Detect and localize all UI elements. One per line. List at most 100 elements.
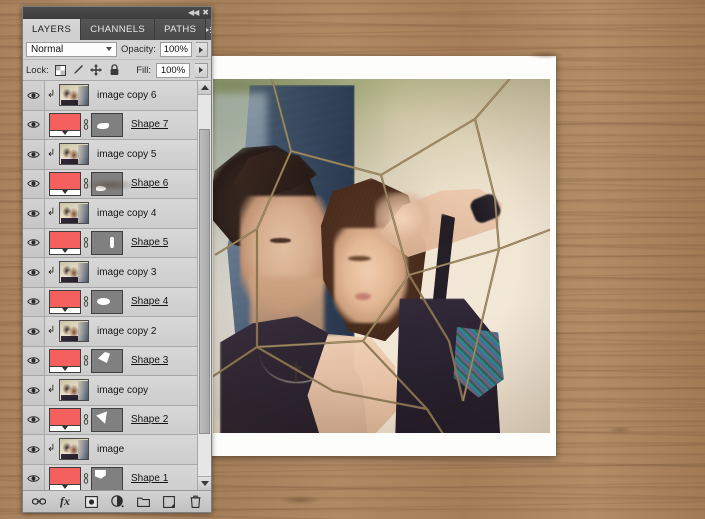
collapse-panel-icon[interactable]: ◀◀ <box>188 9 198 17</box>
layer-fill-thumbnail[interactable] <box>49 172 81 196</box>
layer-thumbnail[interactable] <box>59 438 89 460</box>
layer-visibility-toggle[interactable] <box>23 140 45 169</box>
fill-stepper[interactable] <box>195 63 208 78</box>
layer-visibility-toggle[interactable] <box>23 199 45 228</box>
layer-visibility-toggle[interactable] <box>23 111 45 140</box>
eye-icon <box>27 356 40 365</box>
layer-fill-thumbnail[interactable] <box>49 290 81 314</box>
fill-input[interactable]: 100% <box>156 63 190 78</box>
layer-row[interactable]: ↳image copy 2 <box>23 317 197 347</box>
layer-row[interactable]: ↳image copy <box>23 376 197 406</box>
close-panel-icon[interactable]: ✖ <box>202 9 208 17</box>
layer-fill-thumbnail[interactable] <box>49 113 81 137</box>
mask-link-icon[interactable] <box>81 119 90 130</box>
mask-link-icon[interactable] <box>81 414 90 425</box>
link-layers-icon[interactable] <box>32 494 47 509</box>
layer-row[interactable]: Shape 2 <box>23 406 197 436</box>
clipping-mask-indicator: ↳ <box>45 149 58 159</box>
layer-thumbnail[interactable] <box>59 202 89 224</box>
layer-thumbnail[interactable] <box>59 320 89 342</box>
scrollbar-thumb[interactable] <box>199 129 210 434</box>
layer-row[interactable]: Shape 5 <box>23 229 197 259</box>
mask-link-icon[interactable] <box>81 473 90 484</box>
layer-visibility-toggle[interactable] <box>23 347 45 376</box>
layer-thumbnail[interactable] <box>59 261 89 283</box>
shatter-lines-overlay <box>213 79 550 433</box>
layer-row[interactable]: ↳ image copy 4 <box>23 199 197 229</box>
panel-tab-strip[interactable]: LAYERS CHANNELS PATHS <box>23 19 211 40</box>
blend-mode-select[interactable]: Normal <box>26 42 117 57</box>
layer-row[interactable]: Shape 7 <box>23 111 197 141</box>
clipping-arrow-icon: ↳ <box>47 90 55 100</box>
layer-thumbnail[interactable] <box>59 379 89 401</box>
layer-fill-thumbnail[interactable] <box>49 408 81 432</box>
mask-link-icon[interactable] <box>81 178 90 189</box>
lock-position-move-icon[interactable] <box>90 64 103 77</box>
layer-row[interactable]: ↳image copy 5 <box>23 140 197 170</box>
layer-visibility-toggle[interactable] <box>23 465 45 491</box>
add-layer-mask-icon[interactable] <box>84 494 99 509</box>
layer-fill-thumbnail[interactable] <box>49 467 81 490</box>
layer-thumbnail[interactable] <box>59 143 89 165</box>
layer-visibility-toggle[interactable] <box>23 435 45 464</box>
vector-mask-thumbnail[interactable] <box>91 349 123 373</box>
layer-row[interactable]: ↳image <box>23 435 197 465</box>
layer-list-scrollbar[interactable] <box>197 81 211 490</box>
layer-row[interactable]: ↳image copy 3 <box>23 258 197 288</box>
tab-layers[interactable]: LAYERS <box>23 19 81 40</box>
layer-visibility-toggle[interactable] <box>23 288 45 317</box>
tab-paths[interactable]: PATHS <box>155 19 206 40</box>
layer-visibility-toggle[interactable] <box>23 258 45 287</box>
panel-menu-icon[interactable] <box>206 19 212 40</box>
layer-row[interactable]: Shape 4 <box>23 288 197 318</box>
layer-visibility-toggle[interactable] <box>23 229 45 258</box>
mask-link-icon[interactable] <box>81 355 90 366</box>
layer-row[interactable]: ↳image copy 6 <box>23 81 197 111</box>
lock-all-icon[interactable] <box>108 64 121 77</box>
tab-channels[interactable]: CHANNELS <box>81 19 155 40</box>
vector-mask-thumbnail[interactable] <box>91 113 123 137</box>
document-canvas[interactable] <box>207 56 556 456</box>
lock-image-brush-icon[interactable] <box>72 64 85 77</box>
new-group-icon[interactable] <box>136 494 151 509</box>
layer-name: Shape 7 <box>131 119 168 130</box>
lock-transparency-icon[interactable] <box>54 64 67 77</box>
layer-name: image copy <box>97 385 148 396</box>
layer-style-fx-icon[interactable]: fx <box>58 494 73 509</box>
clipping-arrow-icon: ↳ <box>47 208 55 218</box>
layer-visibility-toggle[interactable] <box>23 406 45 435</box>
scrollbar-track[interactable] <box>198 95 211 476</box>
eye-icon <box>27 297 40 306</box>
layer-visibility-toggle[interactable] <box>23 170 45 199</box>
scroll-down-icon[interactable] <box>198 476 211 490</box>
layer-list[interactable]: ↳image copy 6 Shape 7 ↳image copy 5Shape 6… <box>23 81 197 490</box>
layers-panel-toolbar[interactable]: fx <box>23 490 211 512</box>
opacity-input[interactable]: 100% <box>160 42 192 57</box>
mask-link-icon[interactable] <box>81 296 90 307</box>
layer-row[interactable]: Shape 6 <box>23 170 197 200</box>
layer-row[interactable]: Shape 1 <box>23 465 197 491</box>
vector-mask-thumbnail[interactable] <box>91 290 123 314</box>
vector-mask-thumbnail[interactable] <box>91 408 123 432</box>
layer-visibility-toggle[interactable] <box>23 376 45 405</box>
adjustment-layer-icon[interactable] <box>110 494 125 509</box>
layer-visibility-toggle[interactable] <box>23 317 45 346</box>
vector-mask-thumbnail[interactable] <box>91 467 123 490</box>
mask-link-icon[interactable] <box>81 237 90 248</box>
canvas-photo <box>213 79 550 433</box>
scroll-up-icon[interactable] <box>198 81 211 95</box>
layer-visibility-toggle[interactable] <box>23 81 45 110</box>
eye-icon <box>27 474 40 483</box>
vector-mask-thumbnail[interactable] <box>91 231 123 255</box>
vector-mask-thumbnail[interactable] <box>91 172 123 196</box>
layer-fill-thumbnail[interactable] <box>49 231 81 255</box>
layer-name: image copy 3 <box>97 267 156 278</box>
layers-panel[interactable]: ◀◀ ✖ LAYERS CHANNELS PATHS Normal Opa <box>22 6 212 513</box>
layer-row[interactable]: Shape 3 <box>23 347 197 377</box>
opacity-stepper[interactable] <box>196 42 208 57</box>
new-layer-icon[interactable] <box>162 494 177 509</box>
layer-fill-thumbnail[interactable] <box>49 349 81 373</box>
delete-layer-icon[interactable] <box>188 494 203 509</box>
layer-name: image copy 4 <box>97 208 156 219</box>
layer-thumbnail[interactable] <box>59 84 89 106</box>
